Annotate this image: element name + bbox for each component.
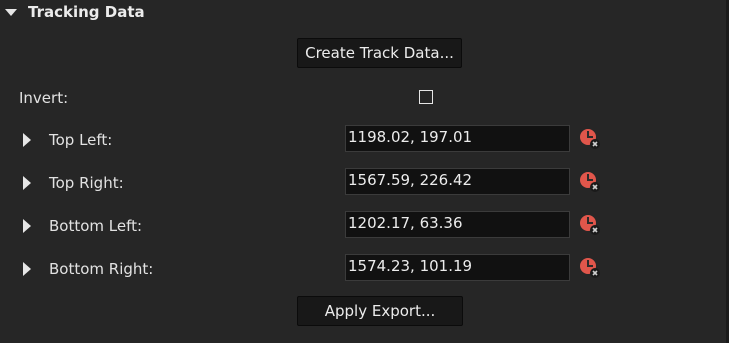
keyframe-clock-icon[interactable] (578, 126, 602, 150)
expand-bottom-left-icon[interactable] (23, 219, 31, 233)
bottom-right-field[interactable]: 1574.23, 101.19 (345, 254, 570, 281)
expand-bottom-right-icon[interactable] (23, 262, 31, 276)
expand-top-right-icon[interactable] (23, 176, 31, 190)
create-track-data-button[interactable]: Create Track Data... (297, 38, 462, 68)
bottom-right-label: Bottom Right: (49, 260, 154, 278)
top-left-field[interactable]: 1198.02, 197.01 (345, 125, 570, 152)
top-right-label: Top Right: (49, 174, 124, 192)
keyframe-clock-icon[interactable] (578, 212, 602, 236)
invert-checkbox[interactable] (419, 90, 433, 104)
collapse-triangle-icon[interactable] (5, 9, 17, 16)
invert-label: Invert: (19, 89, 69, 107)
top-left-label: Top Left: (49, 131, 113, 149)
bottom-left-field[interactable]: 1202.17, 63.36 (345, 211, 570, 238)
bottom-left-label: Bottom Left: (49, 217, 143, 235)
keyframe-clock-icon[interactable] (578, 169, 602, 193)
apply-export-button[interactable]: Apply Export... (297, 296, 463, 326)
top-right-field[interactable]: 1567.59, 226.42 (345, 168, 570, 195)
expand-top-left-icon[interactable] (23, 133, 31, 147)
keyframe-clock-icon[interactable] (578, 255, 602, 279)
section-title: Tracking Data (28, 3, 145, 21)
